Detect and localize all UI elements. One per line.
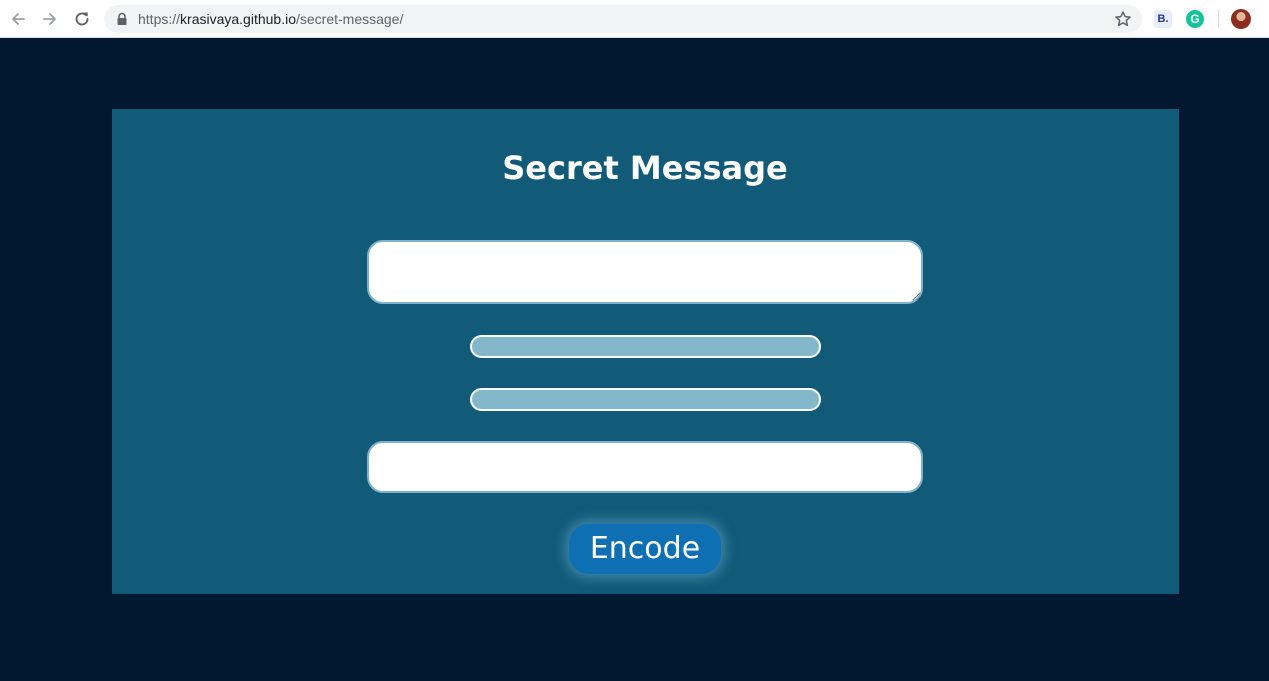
reload-button[interactable] [71,8,93,30]
bookmark-star-icon[interactable] [1114,10,1132,28]
arrow-right-icon [43,13,56,25]
output-field[interactable] [367,441,923,493]
url-path: /secret-message/ [295,11,404,27]
reload-icon [75,12,89,26]
browser-toolbar: https://krasivaya.github.io/secret-messa… [0,0,1269,38]
bookmark-extension-icon[interactable]: B. [1154,10,1172,28]
arrow-left-icon [12,13,25,25]
address-bar[interactable]: https://krasivaya.github.io/secret-messa… [104,5,1142,33]
back-button[interactable] [7,8,29,30]
url-scheme: https:// [138,11,181,27]
forward-button[interactable] [39,8,61,30]
lock-icon [117,12,127,25]
key-input-2[interactable] [470,388,821,411]
key-input-1[interactable] [470,335,821,358]
encode-button[interactable]: Encode [569,524,721,574]
url-host: krasivaya.github.io [180,11,296,27]
url-text: https://krasivaya.github.io/secret-messa… [138,10,403,28]
page-title: Secret Message [502,149,788,187]
toolbar-divider [1218,10,1219,28]
message-textarea[interactable] [367,240,923,304]
profile-avatar[interactable] [1231,9,1251,29]
resize-grip-icon[interactable] [911,291,921,301]
grammarly-extension-icon[interactable]: G [1186,10,1204,28]
